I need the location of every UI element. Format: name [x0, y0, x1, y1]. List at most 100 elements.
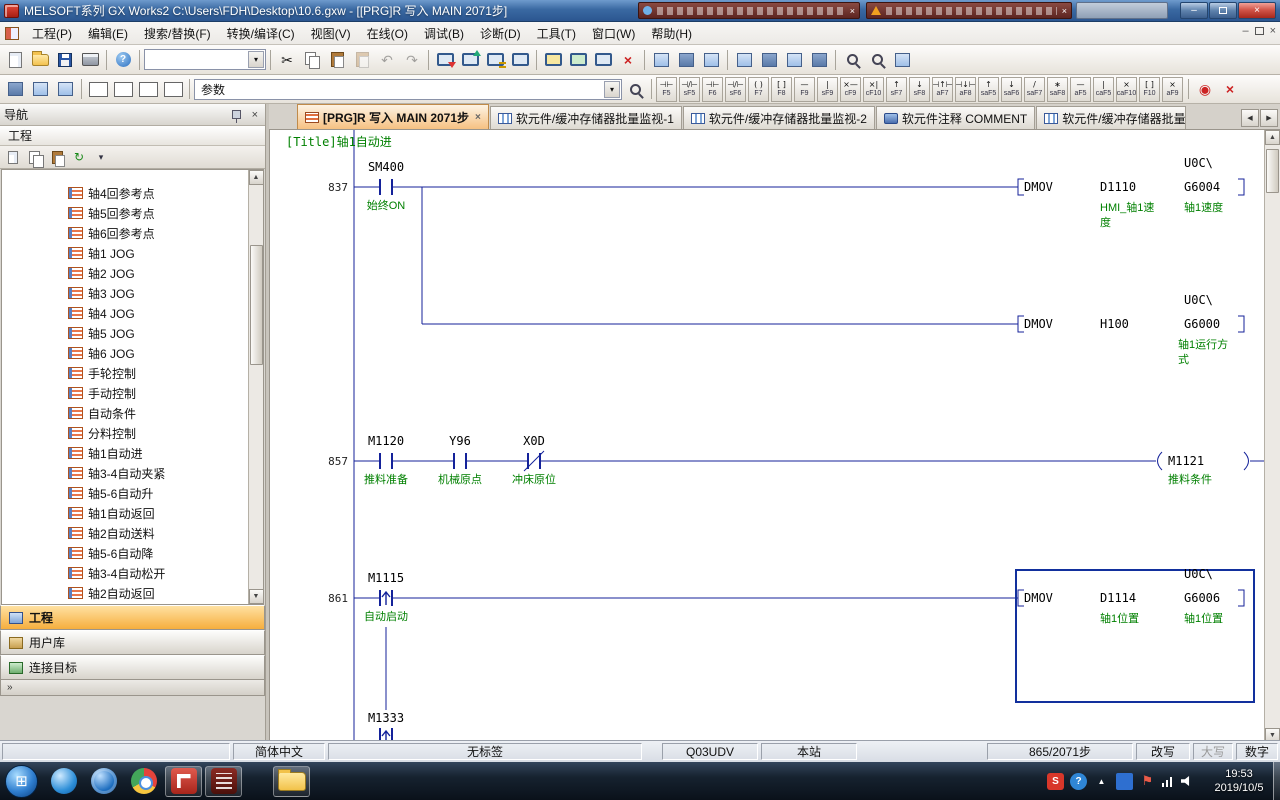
scroll-down-icon[interactable]: ▼ — [249, 589, 264, 604]
contact-device[interactable]: Y96 — [449, 434, 471, 448]
instruction-dst[interactable]: G6006 — [1184, 591, 1220, 605]
open-project-button[interactable] — [28, 48, 52, 71]
trace-button[interactable]: ◉ — [1193, 78, 1217, 101]
mdi-minimize-button[interactable]: – — [1242, 25, 1248, 37]
help-button[interactable]: ? — [111, 48, 135, 71]
device-display-button-2[interactable] — [111, 78, 135, 101]
instruction-src[interactable]: D1114 — [1100, 591, 1136, 605]
fkey-button-saF5[interactable]: ↑saF5 — [978, 77, 999, 102]
menu-tools[interactable]: 工具(T) — [529, 22, 584, 45]
instruction-src[interactable]: H100 — [1100, 317, 1129, 331]
tree-item[interactable]: 轴3-4自动夹紧 — [2, 463, 263, 483]
paste-button[interactable] — [325, 48, 349, 71]
tree-item[interactable]: 轴1自动返回 — [2, 503, 263, 523]
device-display-button-3[interactable] — [136, 78, 160, 101]
new-project-button[interactable] — [3, 48, 27, 71]
tree-item[interactable]: 轴6回参考点 — [2, 223, 263, 243]
sort-button[interactable]: ▾ — [91, 148, 111, 167]
window-select-combo[interactable]: ▾ — [144, 49, 266, 70]
find-button[interactable] — [623, 78, 647, 101]
pin-icon[interactable] — [232, 110, 241, 119]
navigation-section-header[interactable]: 工程 — [0, 126, 265, 146]
editor-scrollbar[interactable]: ▲ ▼ — [1264, 130, 1280, 743]
fkey-button-aF7[interactable]: ⊣↑⊢aF7 — [932, 77, 953, 102]
tab-main-program[interactable]: [PRG]R 写入 MAIN 2071步 × — [297, 104, 489, 129]
zoom-out-button[interactable] — [865, 48, 889, 71]
fkey-button-sF9[interactable]: |sF9 — [817, 77, 838, 102]
action-center-icon[interactable]: ⚑ — [1139, 773, 1156, 790]
instruction-dst[interactable]: G6004 — [1184, 180, 1220, 194]
tab-device-monitor-1[interactable]: 软元件/缓冲存储器批量监视-1 — [490, 106, 682, 129]
scrollbar-thumb[interactable] — [250, 245, 263, 365]
instruction-op[interactable]: DMOV — [1024, 180, 1053, 194]
device-batch-monitor-button[interactable] — [649, 48, 673, 71]
menu-find-replace[interactable]: 搜索/替换(F) — [136, 22, 219, 45]
taskbar-browser-1[interactable] — [45, 766, 82, 797]
tree-scrollbar[interactable]: ▲ ▼ — [248, 170, 263, 604]
close-button[interactable]: × — [1238, 2, 1276, 19]
tree-item[interactable]: 轴1自动进 — [2, 443, 263, 463]
comment-display-button[interactable] — [161, 78, 185, 101]
document-icon[interactable] — [5, 27, 19, 40]
contact-device[interactable]: X0D — [523, 434, 545, 448]
device-display-button-1[interactable] — [86, 78, 110, 101]
tree-item[interactable]: 轴1 JOG — [2, 243, 263, 263]
ladder-block-button-2[interactable] — [757, 48, 781, 71]
navigation-window-button[interactable] — [3, 78, 27, 101]
menu-window[interactable]: 窗口(W) — [584, 22, 643, 45]
taskbar-browser-2[interactable] — [85, 766, 122, 797]
background-window-1[interactable]: × — [638, 2, 860, 19]
fkey-button-F5[interactable]: ⊣⊢F5 — [656, 77, 677, 102]
fkey-button-F10[interactable]: [ ]F10 — [1139, 77, 1160, 102]
contact-device[interactable]: M1115 — [368, 571, 404, 585]
minimize-button[interactable]: – — [1180, 2, 1208, 19]
intelligent-module-monitor-button[interactable] — [699, 48, 723, 71]
tree-item[interactable]: 手轮控制 — [2, 363, 263, 383]
tree-item[interactable]: 自动条件 — [2, 403, 263, 423]
fkey-button-F7[interactable]: ( )F7 — [748, 77, 769, 102]
coil-device[interactable]: M1121 — [1168, 454, 1204, 468]
instruction-dst[interactable]: G6000 — [1184, 317, 1220, 331]
tree-item[interactable]: 轴4回参考点 — [2, 183, 263, 203]
tree-item[interactable]: 轴3 JOG — [2, 283, 263, 303]
fkey-button-saF6[interactable]: ↓saF6 — [1001, 77, 1022, 102]
fkey-button-F8[interactable]: [ ]F8 — [771, 77, 792, 102]
background-window-3[interactable] — [1076, 2, 1168, 19]
tree-item[interactable]: 轴6 JOG — [2, 343, 263, 363]
monitor-stop-button[interactable]: × — [616, 48, 640, 71]
tab-device-comment[interactable]: 软元件注释 COMMENT — [876, 106, 1035, 129]
close-icon[interactable]: × — [1062, 6, 1067, 16]
menu-diagnostics[interactable]: 诊断(D) — [472, 22, 529, 45]
monitor-mode-button[interactable] — [541, 48, 565, 71]
tab-next-icon[interactable]: ▶ — [1260, 109, 1278, 127]
mdi-restore-button[interactable] — [1255, 27, 1264, 35]
close-icon[interactable]: × — [249, 109, 261, 121]
monitor-write-mode-button[interactable] — [566, 48, 590, 71]
undo-button[interactable]: ↶ — [375, 48, 399, 71]
new-data-button[interactable] — [3, 148, 23, 167]
copy-data-button[interactable] — [25, 148, 45, 167]
nav-connection-button[interactable]: 连接目标 — [0, 655, 265, 680]
fkey-button-F9[interactable]: —F9 — [794, 77, 815, 102]
scrollbar-track[interactable] — [1265, 145, 1280, 728]
nav-more-button[interactable]: » — [0, 680, 265, 696]
taskbar-explorer[interactable] — [273, 766, 310, 797]
data-select-combo[interactable]: 参数 ▾ — [194, 79, 622, 100]
zoom-fit-button[interactable] — [890, 48, 914, 71]
tree-item[interactable]: 轴4 JOG — [2, 303, 263, 323]
tree-item[interactable]: 轴5-6自动降 — [2, 543, 263, 563]
print-button[interactable] — [78, 48, 102, 71]
close-icon[interactable]: × — [475, 112, 481, 123]
stop-trace-button[interactable]: × — [1218, 78, 1242, 101]
fkey-button-sF6[interactable]: ⊣/⊢sF6 — [725, 77, 746, 102]
menu-edit[interactable]: 编辑(E) — [80, 22, 136, 45]
tree-item[interactable]: 轴5回参考点 — [2, 203, 263, 223]
ladder-block-button-3[interactable] — [782, 48, 806, 71]
menu-debug[interactable]: 调试(B) — [416, 22, 472, 45]
contact-device[interactable]: M1120 — [368, 434, 404, 448]
fkey-button-saF8[interactable]: ∗saF8 — [1047, 77, 1068, 102]
tab-prev-icon[interactable]: ◀ — [1241, 109, 1259, 127]
watch2-button[interactable] — [53, 78, 77, 101]
cross-reference-button[interactable] — [28, 78, 52, 101]
menu-help[interactable]: 帮助(H) — [643, 22, 700, 45]
